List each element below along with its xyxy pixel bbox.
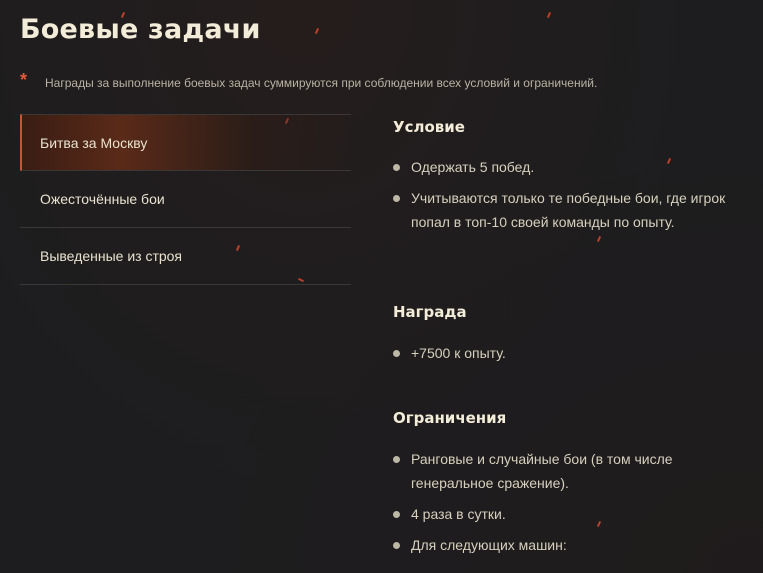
restrictions-list: Ранговые и случайные бои (в том числе ге… — [393, 447, 743, 564]
restrictions-title: Ограничения — [393, 409, 507, 427]
list-item: Учитываются только те победные бои, где … — [393, 186, 743, 234]
tab-battle-for-moscow[interactable]: Битва за Москву — [20, 114, 351, 171]
condition-title: Условие — [393, 118, 465, 136]
task-tabs: Битва за Москву Ожесточённые бои Выведен… — [20, 114, 351, 285]
note-asterisk-icon: * — [20, 70, 28, 90]
list-item: +7500 к опыту. — [393, 341, 743, 365]
list-item: 4 раза в сутки. — [393, 502, 743, 526]
spark-decoration — [314, 27, 320, 35]
reward-list: +7500 к опыту. — [393, 341, 743, 372]
note-text: Награды за выполнение боевых задач сумми… — [45, 76, 598, 90]
page-title: Боевые задачи — [20, 14, 261, 45]
tab-fierce-battles[interactable]: Ожесточённые бои — [20, 171, 351, 228]
list-item: Для следующих машин: — [393, 533, 743, 557]
list-item: Одержать 5 побед. — [393, 155, 743, 179]
tab-disabled-vehicles[interactable]: Выведенные из строя — [20, 228, 351, 285]
list-item: Ранговые и случайные бои (в том числе ге… — [393, 447, 743, 495]
condition-list: Одержать 5 побед. Учитываются только те … — [393, 155, 743, 241]
spark-decoration — [546, 11, 552, 19]
reward-title: Награда — [393, 303, 467, 321]
